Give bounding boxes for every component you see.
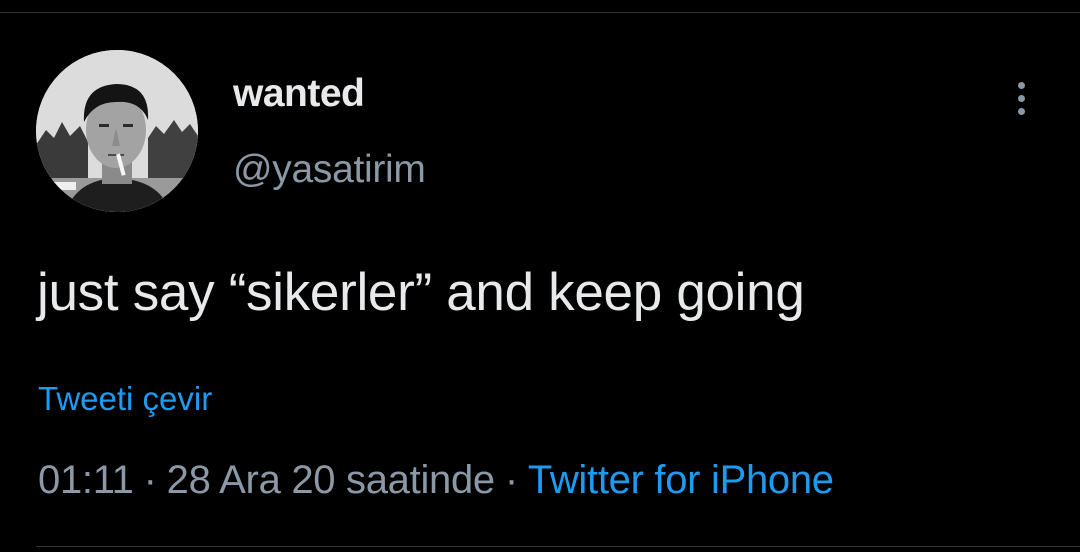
tweet-metadata: 01:11 · 28 Ara 20 saatinde · Twitter for iPh… (38, 458, 834, 503)
more-options-button[interactable] (1004, 76, 1038, 120)
avatar-photo (36, 50, 198, 212)
translate-tweet-link[interactable]: Tweeti çevir (38, 380, 212, 418)
avatar[interactable] (36, 50, 198, 212)
bottom-divider (36, 546, 1080, 547)
tweet-date: 28 Ara 20 saatinde (166, 458, 496, 502)
user-handle[interactable]: @yasatirim (233, 148, 426, 192)
display-name[interactable]: wanted (233, 72, 365, 116)
top-divider (0, 12, 1080, 13)
tweet-source-link[interactable]: Twitter for iPhone (528, 458, 834, 502)
more-vertical-icon-dot (1017, 107, 1025, 115)
tweet-time: 01:11 (38, 458, 134, 502)
tweet-text: just say “sikerler” and keep going (37, 263, 805, 322)
meta-separator: · (143, 458, 157, 502)
more-vertical-icon-dot (1017, 94, 1025, 102)
more-vertical-icon (1017, 81, 1025, 89)
meta-separator: · (504, 458, 518, 502)
